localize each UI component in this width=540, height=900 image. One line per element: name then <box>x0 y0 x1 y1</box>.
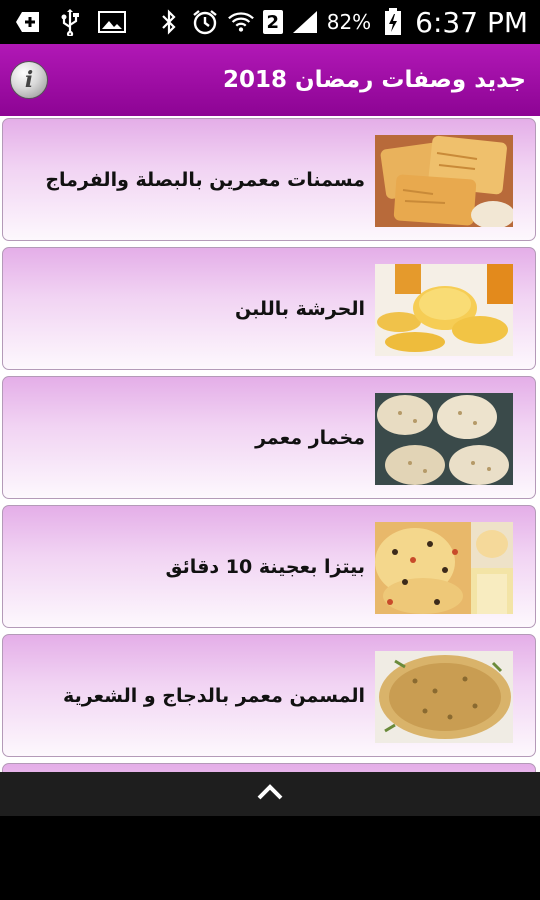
recipe-title: مخمار معمر <box>255 427 365 449</box>
status-bar: 2 82% 6:37 PM <box>0 0 540 44</box>
battery-percent: 82% <box>326 10 372 34</box>
app-bar: i جديد وصفات رمضان 2018 <box>0 44 540 116</box>
recipe-list[interactable]: مسمنات معمرين بالبصلة والفرماج الحرشة با… <box>0 116 540 772</box>
chevron-up-icon[interactable] <box>256 783 284 805</box>
recipe-image <box>375 651 513 743</box>
recipe-card[interactable]: المسمن معمر بالدجاج و الشعرية <box>2 634 536 757</box>
add-icon <box>14 8 42 36</box>
wifi-icon <box>227 8 255 36</box>
recipe-image <box>375 264 513 356</box>
recipe-image <box>375 135 513 227</box>
signal-icon <box>291 8 319 36</box>
bottom-bar <box>0 772 540 816</box>
alarm-icon <box>191 8 219 36</box>
sim-icon: 2 <box>262 10 283 34</box>
recipe-card[interactable]: بيتزا بعجينة 10 دقائق <box>2 505 536 628</box>
recipe-title: مسمنات معمرين بالبصلة والفرماج <box>45 169 365 191</box>
recipe-card[interactable]: الحرشة باللبن <box>2 247 536 370</box>
clock: 6:37 PM <box>415 5 528 39</box>
recipe-card[interactable]: مسمنات معمرين بالبصلة والفرماج <box>2 118 536 241</box>
info-button[interactable]: i <box>10 61 48 99</box>
recipe-image <box>375 522 513 614</box>
bluetooth-icon <box>155 8 183 36</box>
recipe-card[interactable]: مخمار معمر <box>2 376 536 499</box>
info-icon: i <box>24 67 34 93</box>
recipe-card-partial[interactable] <box>2 763 536 772</box>
image-icon <box>98 8 126 36</box>
app-title: جديد وصفات رمضان 2018 <box>222 67 526 93</box>
recipe-title: بيتزا بعجينة 10 دقائق <box>165 556 365 578</box>
recipe-title: المسمن معمر بالدجاج و الشعرية <box>63 685 365 707</box>
battery-icon <box>379 8 407 36</box>
recipe-title: الحرشة باللبن <box>235 298 365 320</box>
usb-icon <box>56 8 84 36</box>
recipe-image <box>375 393 513 485</box>
